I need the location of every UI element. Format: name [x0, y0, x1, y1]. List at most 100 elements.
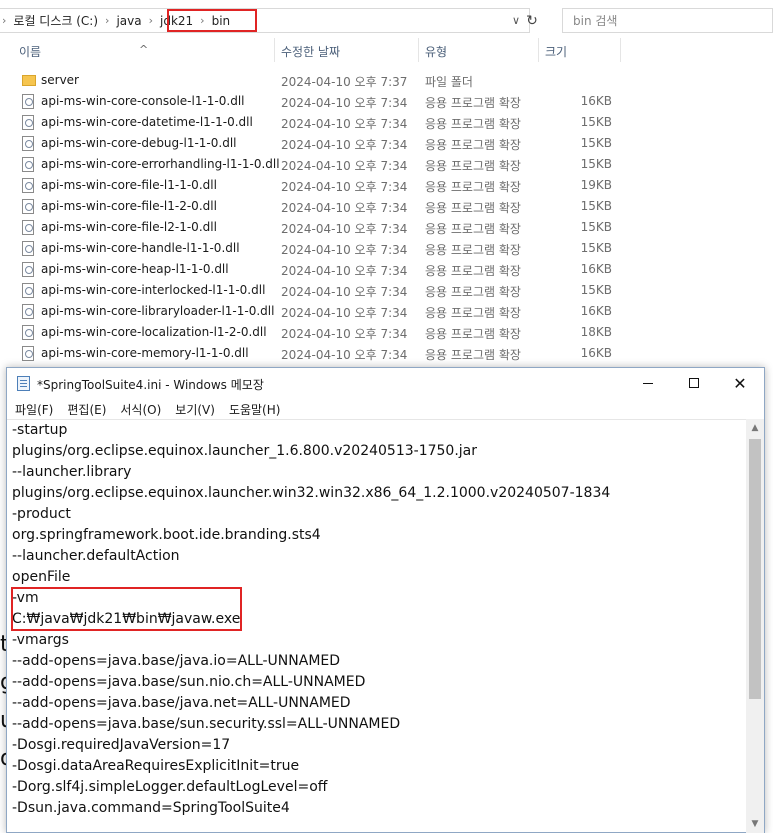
text-line: --launcher.defaultAction [7, 546, 746, 567]
dll-file-icon [22, 199, 34, 214]
text-line-content: -Dsun.java.command=SpringToolSuite4 [12, 800, 290, 816]
dll-file-icon [22, 283, 34, 298]
search-input[interactable]: bin 검색 [562, 8, 773, 33]
menu-help[interactable]: 도움말(H) [221, 398, 287, 418]
file-name: api-ms-win-core-errorhandling-l1-1-0.dll [41, 157, 280, 171]
text-line: -Dosgi.requiredJavaVersion=17 [7, 735, 746, 756]
column-header-modified[interactable]: 수정한 날짜 [281, 43, 340, 60]
file-type: 응용 프로그램 확장 [425, 201, 521, 215]
dll-file-icon [22, 178, 34, 193]
text-line: plugins/org.eclipse.equinox.launcher.win… [7, 483, 746, 504]
file-type: 파일 폴더 [425, 75, 473, 89]
file-modified: 2024-04-10 오후 7:34 [281, 138, 408, 152]
file-row[interactable]: api-ms-win-core-file-l2-1-0.dll 2024-04-1… [0, 217, 773, 238]
chevron-down-icon[interactable]: ∨ [512, 14, 520, 27]
text-line-content: plugins/org.eclipse.equinox.launcher.win… [12, 485, 611, 501]
menu-format[interactable]: 서식(O) [112, 398, 167, 418]
file-type: 응용 프로그램 확장 [425, 117, 521, 131]
text-line: --launcher.library [7, 462, 746, 483]
dll-file-icon [22, 115, 34, 130]
file-row[interactable]: api-ms-win-core-interlocked-l1-1-0.dll 20… [0, 280, 773, 301]
file-row[interactable]: api-ms-win-core-debug-l1-1-0.dll 2024-04-… [0, 133, 773, 154]
file-name: api-ms-win-core-debug-l1-1-0.dll [41, 136, 237, 150]
dll-file-icon [22, 325, 34, 340]
file-row[interactable]: api-ms-win-core-file-l1-1-0.dll 2024-04-1… [0, 175, 773, 196]
file-row[interactable]: api-ms-win-core-file-l1-2-0.dll 2024-04-1… [0, 196, 773, 217]
menu-file[interactable]: 파일(F) [7, 398, 59, 418]
dll-file-icon [22, 262, 34, 277]
menu-view[interactable]: 보기(V) [167, 398, 221, 418]
file-type: 응용 프로그램 확장 [425, 138, 521, 152]
text-line-content: -vmargs [12, 632, 69, 648]
text-line: -product [7, 504, 746, 525]
text-line-content: --add-opens=java.base/java.net=ALL-UNNAM… [12, 695, 351, 711]
file-modified: 2024-04-10 오후 7:34 [281, 180, 408, 194]
maximize-button[interactable] [671, 368, 717, 398]
vertical-scrollbar[interactable]: ▲ ▼ [746, 419, 764, 833]
text-line-content: org.springframework.boot.ide.branding.st… [12, 527, 321, 543]
file-name: api-ms-win-core-localization-l1-2-0.dll [41, 325, 267, 339]
file-row[interactable]: api-ms-win-core-console-l1-1-0.dll 2024-0… [0, 91, 773, 112]
file-row[interactable]: api-ms-win-core-errorhandling-l1-1-0.dll… [0, 154, 773, 175]
file-row[interactable]: api-ms-win-core-handle-l1-1-0.dll 2024-04… [0, 238, 773, 259]
file-modified: 2024-04-10 오후 7:34 [281, 264, 408, 278]
file-name: api-ms-win-core-datetime-l1-1-0.dll [41, 115, 253, 129]
minimize-button[interactable] [625, 368, 671, 398]
column-divider[interactable] [620, 38, 621, 62]
file-type: 응용 프로그램 확장 [425, 96, 521, 110]
dll-file-icon [22, 241, 34, 256]
text-line: -Dosgi.dataAreaRequiresExplicitInit=true [7, 756, 746, 777]
text-line-content: --add-opens=java.base/sun.nio.ch=ALL-UNN… [12, 674, 366, 690]
file-name: api-ms-win-core-console-l1-1-0.dll [41, 94, 245, 108]
folder-row[interactable]: server 2024-04-10 오후 7:37 파일 폴더 [0, 70, 773, 91]
column-divider[interactable] [418, 38, 419, 62]
refresh-icon[interactable]: ↻ [526, 13, 538, 29]
file-size: 16KB [580, 94, 612, 108]
notepad-title-bar[interactable]: *SpringToolSuite4.ini - Windows 메모장 ✕ [7, 368, 764, 398]
file-size: 15KB [580, 220, 612, 234]
column-header-name[interactable]: 이름 [19, 43, 41, 60]
file-modified: 2024-04-10 오후 7:34 [281, 117, 408, 131]
file-modified: 2024-04-10 오후 7:34 [281, 159, 408, 173]
file-size: 16KB [580, 346, 612, 360]
breadcrumb-java[interactable]: java [111, 14, 146, 28]
file-modified: 2024-04-10 오후 7:37 [281, 75, 408, 89]
text-line-content: openFile [12, 569, 71, 585]
file-size: 16KB [580, 262, 612, 276]
menu-edit[interactable]: 편집(E) [59, 398, 112, 418]
file-modified: 2024-04-10 오후 7:34 [281, 327, 408, 341]
file-name: api-ms-win-core-file-l2-1-0.dll [41, 220, 217, 234]
file-name: api-ms-win-core-handle-l1-1-0.dll [41, 241, 240, 255]
text-line: plugins/org.eclipse.equinox.launcher_1.6… [7, 441, 746, 462]
file-row[interactable]: api-ms-win-core-libraryloader-l1-1-0.dll… [0, 301, 773, 322]
file-row[interactable]: api-ms-win-core-heap-l1-1-0.dll 2024-04-1… [0, 259, 773, 280]
breadcrumb-local-disk[interactable]: 로컬 디스크 (C:) [8, 12, 103, 29]
text-line: org.springframework.boot.ide.branding.st… [7, 525, 746, 546]
text-line: -Dsun.java.command=SpringToolSuite4 [7, 798, 746, 819]
dll-file-icon [22, 220, 34, 235]
address-buttons: ∨ ↻ [512, 8, 538, 33]
address-bar[interactable]: › 로컬 디스크 (C:) › java › jdk21 › bin ∨ ↻ b… [0, 8, 773, 33]
text-line: -Dorg.slf4j.simpleLogger.defaultLogLevel… [7, 777, 746, 798]
file-modified: 2024-04-10 오후 7:34 [281, 285, 408, 299]
text-editor-area[interactable]: -startup plugins/org.eclipse.equinox.laun… [7, 419, 746, 833]
file-size: 15KB [580, 136, 612, 150]
text-line-content: -Dosgi.requiredJavaVersion=17 [12, 737, 231, 753]
scroll-down-icon[interactable]: ▼ [746, 815, 764, 833]
column-header-size[interactable]: 크기 [545, 43, 567, 60]
scroll-up-icon[interactable]: ▲ [746, 419, 764, 437]
column-divider[interactable] [274, 38, 275, 62]
file-row[interactable]: api-ms-win-core-datetime-l1-1-0.dll 2024-… [0, 112, 773, 133]
file-name: api-ms-win-core-file-l1-1-0.dll [41, 178, 217, 192]
file-row[interactable]: api-ms-win-core-localization-l1-2-0.dll 2… [0, 322, 773, 343]
minimize-icon [643, 382, 653, 384]
file-row[interactable]: api-ms-win-core-memory-l1-1-0.dll 2024-04… [0, 343, 773, 364]
column-header-type[interactable]: 유형 [425, 43, 447, 60]
column-divider[interactable] [538, 38, 539, 62]
close-button[interactable]: ✕ [717, 368, 763, 398]
file-type: 응용 프로그램 확장 [425, 159, 521, 173]
scrollbar-thumb[interactable] [749, 439, 761, 699]
breadcrumb[interactable]: › 로컬 디스크 (C:) › java › jdk21 › bin [0, 8, 530, 33]
text-line-content: --launcher.library [12, 464, 132, 480]
file-name: api-ms-win-core-interlocked-l1-1-0.dll [41, 283, 266, 297]
